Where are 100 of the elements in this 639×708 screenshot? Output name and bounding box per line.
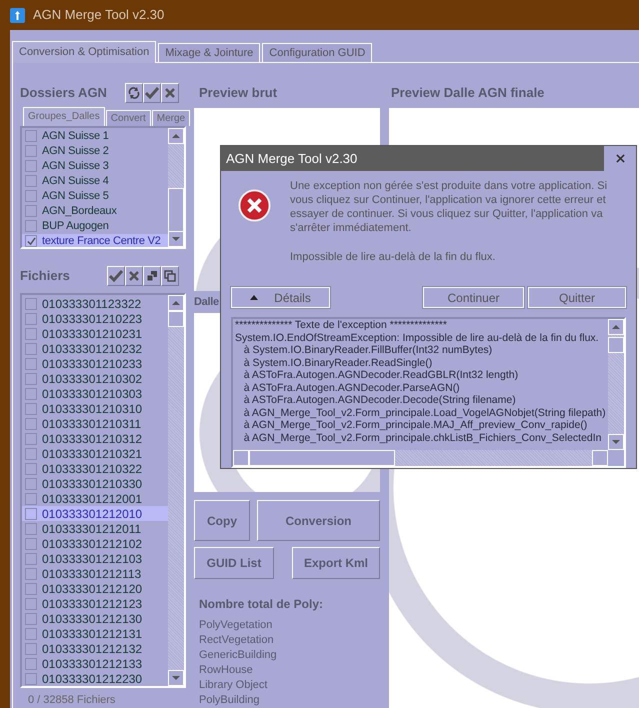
list-item[interactable]: 010333301212230 [22, 671, 168, 686]
list-item[interactable]: 010333301212011 [22, 521, 168, 536]
folder-list[interactable]: AGN Suisse 1 AGN Suisse 2 AGN Suisse 3 AGN Suisse 4 AGN Suisse 5 AGN_Bordeaux BUP Augogen texture France Centre V2 [20, 126, 186, 249]
checkbox[interactable] [25, 130, 37, 142]
list-item[interactable]: 010333301212133 [22, 656, 168, 672]
list-item[interactable]: 010333301212102 [22, 536, 168, 552]
action-button[interactable]: Export Kml [292, 547, 380, 579]
checkbox[interactable] [25, 538, 37, 550]
list-item[interactable]: 010333301210223 [22, 311, 168, 326]
checkbox[interactable] [25, 358, 37, 370]
list-item[interactable]: 010333301212113 [22, 566, 168, 582]
list-item[interactable]: AGN_Bordeaux [22, 204, 168, 219]
checkbox[interactable] [25, 432, 37, 445]
exception-line: à AGN_Merge_Tool_v2.Form_principale.MAJ_Aff_preview_Conv_rapide() [242, 419, 588, 432]
list-item[interactable]: 010333301210233 [22, 356, 168, 372]
dialog-button[interactable]: Quitter [528, 287, 626, 308]
checkbox[interactable] [25, 342, 37, 355]
file-list[interactable] [20, 293, 186, 688]
item-label: 010333301212102 [42, 536, 142, 553]
dialog-button[interactable]: Détails [231, 287, 330, 308]
checkbox[interactable] [25, 402, 37, 415]
checkbox[interactable] [25, 160, 37, 172]
tab[interactable]: Configuration GUID [262, 43, 372, 62]
checkbox[interactable] [25, 522, 37, 535]
check-button[interactable] [107, 266, 125, 286]
checkbox[interactable] [25, 508, 37, 520]
checkbox[interactable] [25, 175, 37, 188]
checkbox[interactable] [25, 235, 37, 247]
clear-button[interactable] [161, 83, 179, 103]
list-item[interactable]: AGN Suisse 5 [22, 188, 168, 204]
list-item[interactable]: 010333301210311 [22, 416, 168, 432]
checkbox[interactable] [25, 298, 37, 310]
copy-button[interactable] [161, 266, 179, 286]
file-count: 0 / 32858 Fichiers [27, 692, 116, 708]
list-item[interactable]: AGN Suisse 3 [22, 158, 168, 174]
list-item[interactable]: texture France Centre V2 [22, 234, 168, 247]
checkbox[interactable] [25, 598, 37, 610]
list-item[interactable]: 010333301212132 [22, 641, 168, 656]
item-label: 010333301210232 [42, 340, 142, 358]
checkbox[interactable] [25, 220, 37, 232]
checkbox[interactable] [25, 312, 37, 325]
list-item[interactable]: 010333301212120 [22, 581, 168, 596]
checkbox[interactable] [25, 672, 37, 685]
dialog-button[interactable]: Continuer [423, 287, 524, 308]
list-item[interactable]: 010333301212131 [22, 626, 168, 642]
tab[interactable]: Mixage & Jointure [158, 43, 260, 62]
list-item[interactable]: 010333301210312 [22, 431, 168, 446]
clear-button[interactable] [125, 266, 143, 286]
list-item[interactable]: 010333301210322 [22, 461, 168, 476]
checkbox[interactable] [25, 388, 37, 400]
list-item[interactable]: 010333301210310 [22, 401, 168, 416]
list-item[interactable]: AGN Suisse 2 [22, 144, 168, 159]
list-item[interactable]: 010333301212010 [22, 506, 168, 522]
action-button[interactable]: Copy [194, 500, 250, 541]
list-item[interactable]: 010333301210302 [22, 371, 168, 386]
list-item[interactable]: 010333301212001 [22, 491, 168, 506]
list-item[interactable]: 010333301123322 [22, 296, 168, 312]
list-item[interactable]: 010333301212103 [22, 551, 168, 566]
checkbox[interactable] [25, 658, 37, 670]
scrollbar[interactable] [168, 295, 184, 686]
checkbox[interactable] [25, 448, 37, 460]
scrollbar[interactable] [233, 450, 608, 466]
checkbox[interactable] [25, 145, 37, 158]
scrollbar[interactable] [168, 128, 184, 247]
list-item[interactable]: 010333301210321 [22, 446, 168, 462]
checkbox[interactable] [25, 478, 37, 490]
checkbox[interactable] [25, 190, 37, 202]
check-button[interactable] [143, 83, 161, 103]
list-item[interactable]: 010333301212123 [22, 596, 168, 612]
checkbox[interactable] [25, 552, 37, 565]
list-item[interactable]: AGN Suisse 1 [22, 128, 168, 144]
item-label: AGN Suisse 1 [42, 129, 109, 144]
list-item[interactable]: BUP Augogen [22, 218, 168, 234]
checkbox[interactable] [25, 628, 37, 640]
list-item[interactable]: AGN Suisse 4 [22, 174, 168, 189]
action-button[interactable]: GUID List [194, 547, 274, 579]
refresh-button[interactable] [125, 83, 143, 103]
list-item[interactable]: 010333301210303 [22, 386, 168, 402]
item-label: 010333301212103 [42, 550, 142, 568]
windows-button[interactable] [143, 266, 161, 286]
checkbox[interactable] [25, 642, 37, 655]
checkbox[interactable] [25, 492, 37, 505]
list-item[interactable]: 010333301210232 [22, 341, 168, 356]
list-item[interactable]: 010333301212130 [22, 611, 168, 626]
checkbox[interactable] [25, 612, 37, 625]
checkbox[interactable] [25, 568, 37, 580]
checkbox[interactable] [25, 205, 37, 218]
checkbox[interactable] [25, 418, 37, 430]
checkbox[interactable] [25, 462, 37, 475]
checkbox[interactable] [25, 372, 37, 385]
tab[interactable]: Conversion & Optimisation [12, 41, 156, 63]
list-item[interactable]: 010333301210231 [22, 326, 168, 342]
close-button[interactable] [604, 146, 636, 171]
action-button[interactable]: Conversion [257, 500, 380, 541]
checkbox[interactable] [25, 582, 37, 595]
section-title: Dalle [194, 294, 219, 310]
checkbox[interactable] [25, 328, 37, 340]
scrollbar[interactable] [608, 319, 624, 450]
item-label: 010333301212001 [42, 490, 142, 508]
list-item[interactable]: 010333301210330 [22, 476, 168, 492]
